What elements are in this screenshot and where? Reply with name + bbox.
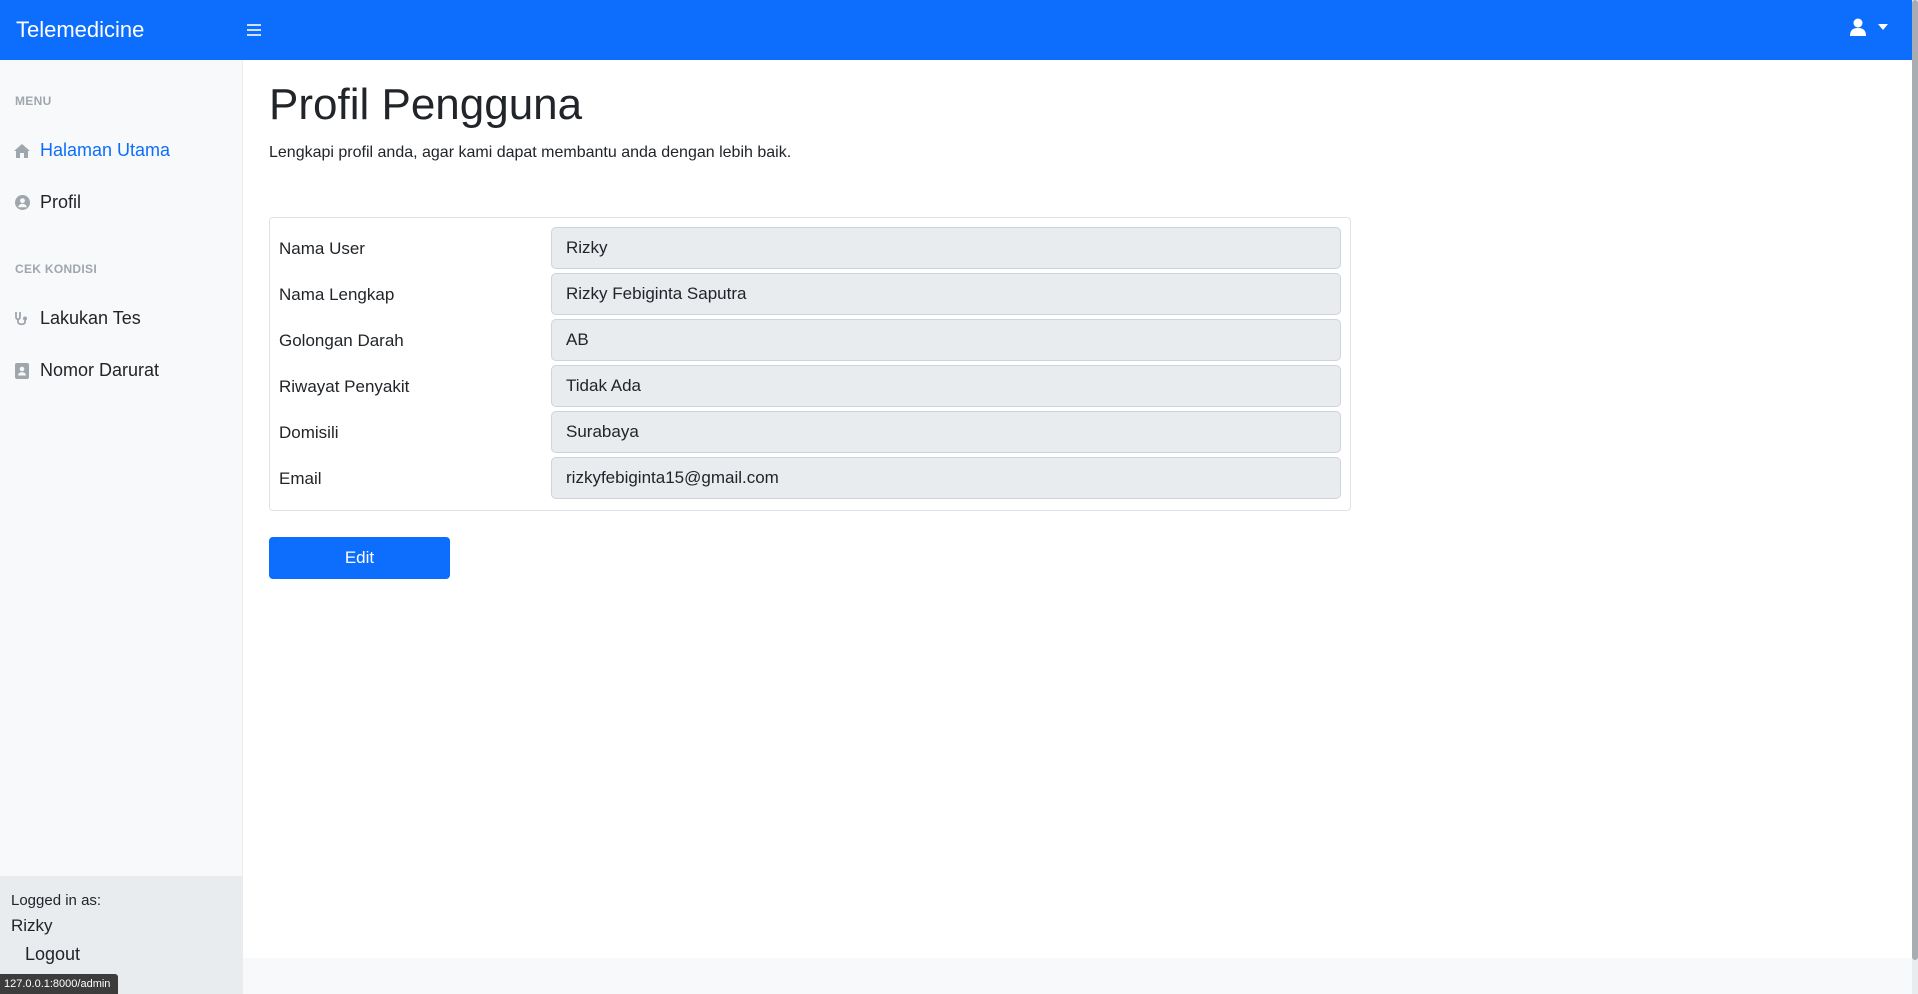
scrollbar-thumb[interactable] xyxy=(1912,0,1918,960)
logged-in-label: Logged in as: xyxy=(11,892,102,909)
edit-button[interactable]: Edit xyxy=(269,537,450,579)
profile-row-email: Email rizkyfebiginta15@gmail.com xyxy=(270,457,1350,499)
sidebar-item-label: Nomor Darurat xyxy=(40,360,160,380)
sidebar-item-profil[interactable]: Profil xyxy=(14,192,81,213)
sidebar-item-label: Lakukan Tes xyxy=(40,308,141,328)
user-circle-icon xyxy=(14,195,30,211)
status-bar-url: 127.0.0.1:8000/admin xyxy=(0,974,118,994)
profile-row-domisili: Domisili Surabaya xyxy=(270,411,1350,453)
profile-row-riwayat-penyakit: Riwayat Penyakit Tidak Ada xyxy=(270,365,1350,407)
field-label: Nama User xyxy=(279,239,365,258)
sidebar-heading-menu: MENU xyxy=(15,94,52,108)
profile-card: Nama User Rizky Nama Lengkap Rizky Febig… xyxy=(269,217,1351,511)
profile-row-golongan-darah: Golongan Darah AB xyxy=(270,319,1350,361)
page-title: Profil Pengguna xyxy=(269,80,583,129)
user-icon xyxy=(1850,18,1866,36)
sidebar-item-label: Halaman Utama xyxy=(40,140,171,160)
profile-row-nama-user: Nama User Rizky xyxy=(270,227,1350,269)
brand-title[interactable]: Telemedicine xyxy=(16,17,242,43)
domisili-field: Surabaya xyxy=(551,411,1341,453)
field-label: Golongan Darah xyxy=(279,331,404,350)
sidebar: MENU Halaman Utama Profil CEK KONDISI La… xyxy=(0,60,243,994)
sidebar-toggle-button[interactable] xyxy=(242,18,266,42)
golongan-darah-field: AB xyxy=(551,319,1341,361)
sidebar-heading-cek-kondisi: CEK KONDISI xyxy=(15,262,97,276)
top-navbar: Telemedicine xyxy=(0,0,1912,60)
field-label: Domisili xyxy=(279,423,339,442)
email-field: rizkyfebiginta15@gmail.com xyxy=(551,457,1341,499)
hamburger-icon xyxy=(247,24,261,36)
field-label: Nama Lengkap xyxy=(279,285,395,304)
footer-strip xyxy=(243,958,1912,994)
nama-user-field: Rizky xyxy=(551,227,1341,269)
sidebar-item-nomor-darurat[interactable]: Nomor Darurat xyxy=(14,360,159,381)
sidebar-item-lakukan-tes[interactable]: Lakukan Tes xyxy=(14,308,141,329)
logged-in-username: Rizky xyxy=(11,916,53,935)
sidebar-item-halaman-utama[interactable]: Halaman Utama xyxy=(14,140,170,161)
page-scrollbar[interactable] xyxy=(1912,0,1918,994)
nama-lengkap-field: Rizky Febiginta Saputra xyxy=(551,273,1341,315)
home-icon xyxy=(14,143,30,159)
logout-link[interactable]: Logout xyxy=(25,944,80,965)
contact-book-icon xyxy=(14,362,30,379)
stethoscope-icon xyxy=(14,311,30,327)
user-dropdown-toggle[interactable] xyxy=(1850,18,1888,36)
sidebar-item-label: Profil xyxy=(40,192,82,212)
page-subtitle: Lengkapi profil anda, agar kami dapat me… xyxy=(269,144,792,161)
profile-row-nama-lengkap: Nama Lengkap Rizky Febiginta Saputra xyxy=(270,273,1350,315)
caret-down-icon xyxy=(1878,24,1888,30)
field-label: Riwayat Penyakit xyxy=(279,377,410,396)
riwayat-penyakit-field: Tidak Ada xyxy=(551,365,1341,407)
field-label: Email xyxy=(279,469,322,488)
